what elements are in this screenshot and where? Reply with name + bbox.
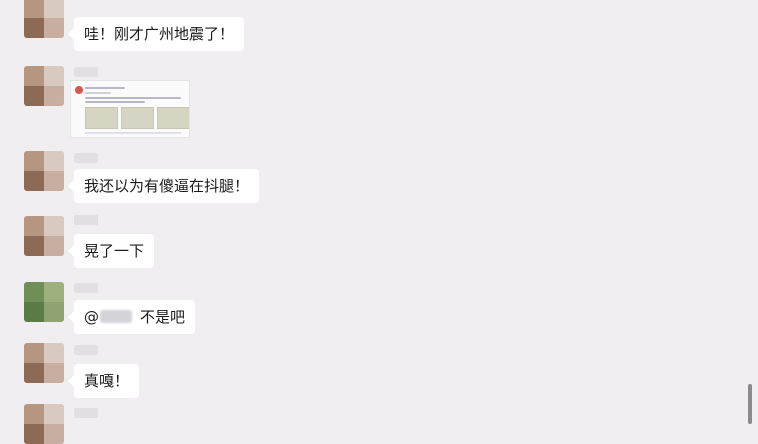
- avatar[interactable]: [24, 66, 64, 106]
- message-text: 晃了一下: [84, 242, 145, 260]
- message-text: 我还以为有傻逼在抖腿！: [84, 177, 250, 195]
- sender-name-blurred: [74, 215, 98, 225]
- sender-name-blurred: [74, 283, 98, 293]
- message-text: 不是吧: [140, 308, 186, 326]
- sender-name-blurred: [74, 67, 98, 77]
- avatar[interactable]: [24, 0, 64, 38]
- message-text: 真嘎！: [84, 372, 130, 390]
- sender-name-blurred: [74, 153, 98, 163]
- image-message[interactable]: [70, 80, 190, 138]
- sender-name-blurred: [74, 408, 98, 418]
- sender-name-blurred: [74, 345, 98, 355]
- message-bubble[interactable]: @ 不是吧: [67, 300, 196, 334]
- post-avatar-icon: [75, 86, 83, 94]
- avatar[interactable]: [24, 343, 64, 383]
- avatar[interactable]: [24, 404, 64, 444]
- avatar[interactable]: [24, 151, 64, 191]
- mention-name-blurred: [100, 310, 132, 323]
- scrollbar[interactable]: [748, 384, 752, 424]
- message-bubble[interactable]: 哇！刚才广州地震了！: [67, 17, 245, 51]
- message-bubble[interactable]: 晃了一下: [67, 234, 155, 268]
- mention-prefix: @: [84, 308, 99, 326]
- message-bubble[interactable]: 真嘎！: [67, 364, 140, 398]
- avatar[interactable]: [24, 282, 64, 322]
- message-bubble[interactable]: 我还以为有傻逼在抖腿！: [67, 169, 260, 203]
- avatar[interactable]: [24, 216, 64, 256]
- image-thumbnails: [85, 107, 189, 129]
- message-text: 哇！刚才广州地震了！: [84, 25, 235, 43]
